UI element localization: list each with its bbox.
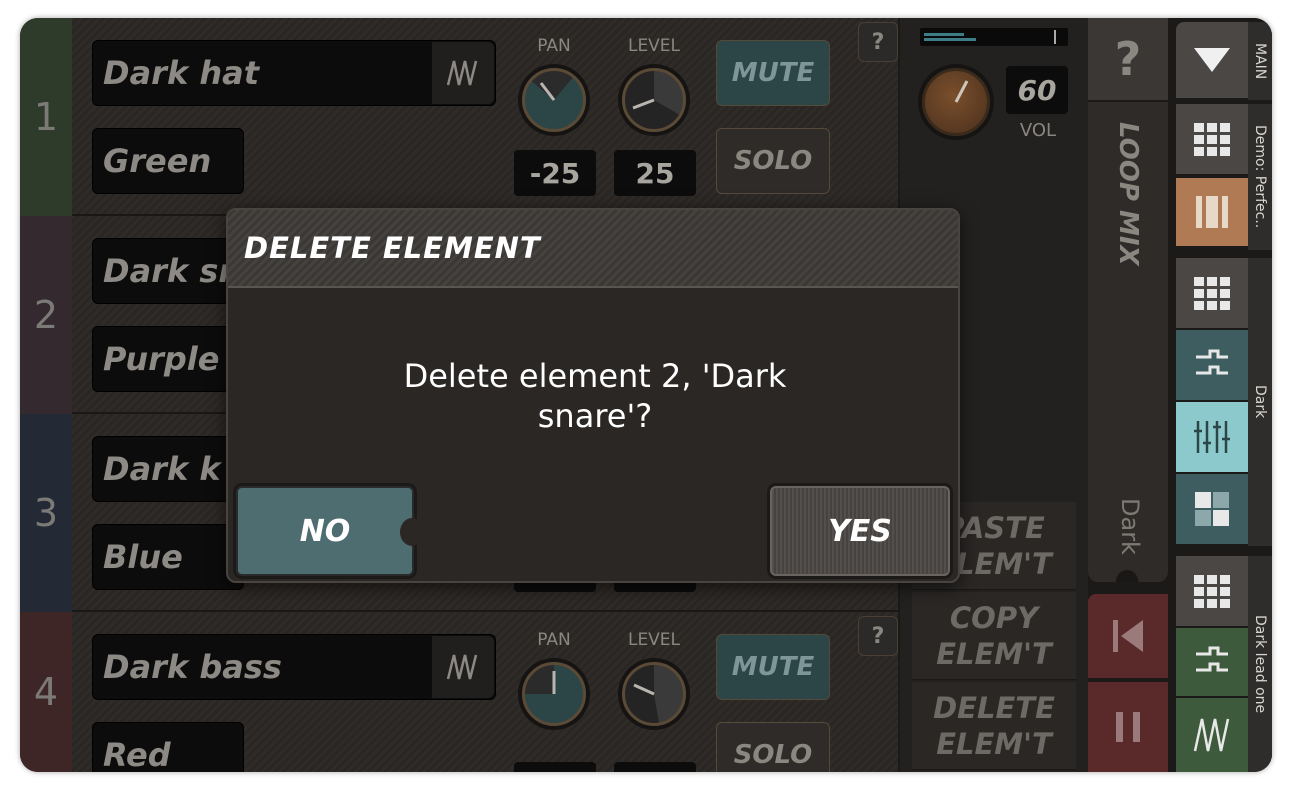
dialog-message: Delete element 2, 'Dark snare'? — [403, 357, 787, 435]
delete-element-dialog: DELETE ELEMENT Delete element 2, 'Dark s… — [226, 208, 960, 583]
app-window: 1 2 3 4 Dark hat Green PAN -25 LEVEL 25 … — [20, 18, 1272, 772]
yes-button[interactable]: YES — [770, 486, 950, 576]
no-button[interactable]: NO — [236, 486, 424, 576]
dialog-title: DELETE ELEMENT — [228, 210, 958, 288]
